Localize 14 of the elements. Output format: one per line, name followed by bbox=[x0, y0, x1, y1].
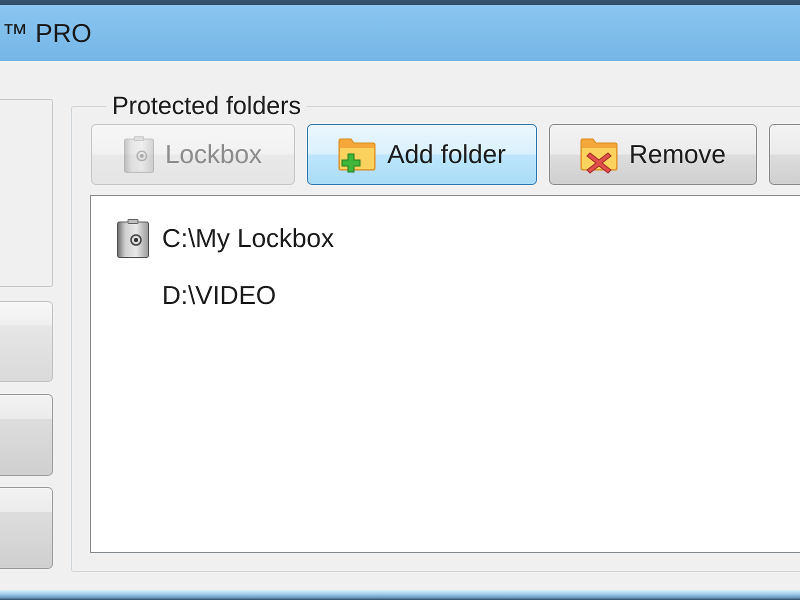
toolbar-button[interactable]: Add folder bbox=[307, 124, 537, 186]
folder-path[interactable]: D:\VIDEO bbox=[162, 276, 276, 316]
safe-icon bbox=[117, 219, 149, 258]
toolbar-button[interactable] bbox=[769, 124, 800, 186]
safe-icon bbox=[124, 136, 154, 174]
folder-x-icon bbox=[580, 136, 618, 174]
folder-plus-icon bbox=[338, 136, 376, 174]
group-title: Protected folders bbox=[111, 92, 302, 120]
toolbar-button[interactable]: Remove bbox=[549, 124, 757, 186]
side-button[interactable] bbox=[0, 487, 53, 570]
window-title: ™ PRO bbox=[2, 16, 92, 50]
side-button[interactable] bbox=[0, 394, 53, 476]
folder-path[interactable]: C:\My Lockbox bbox=[162, 219, 334, 258]
side-button[interactable] bbox=[0, 301, 53, 382]
